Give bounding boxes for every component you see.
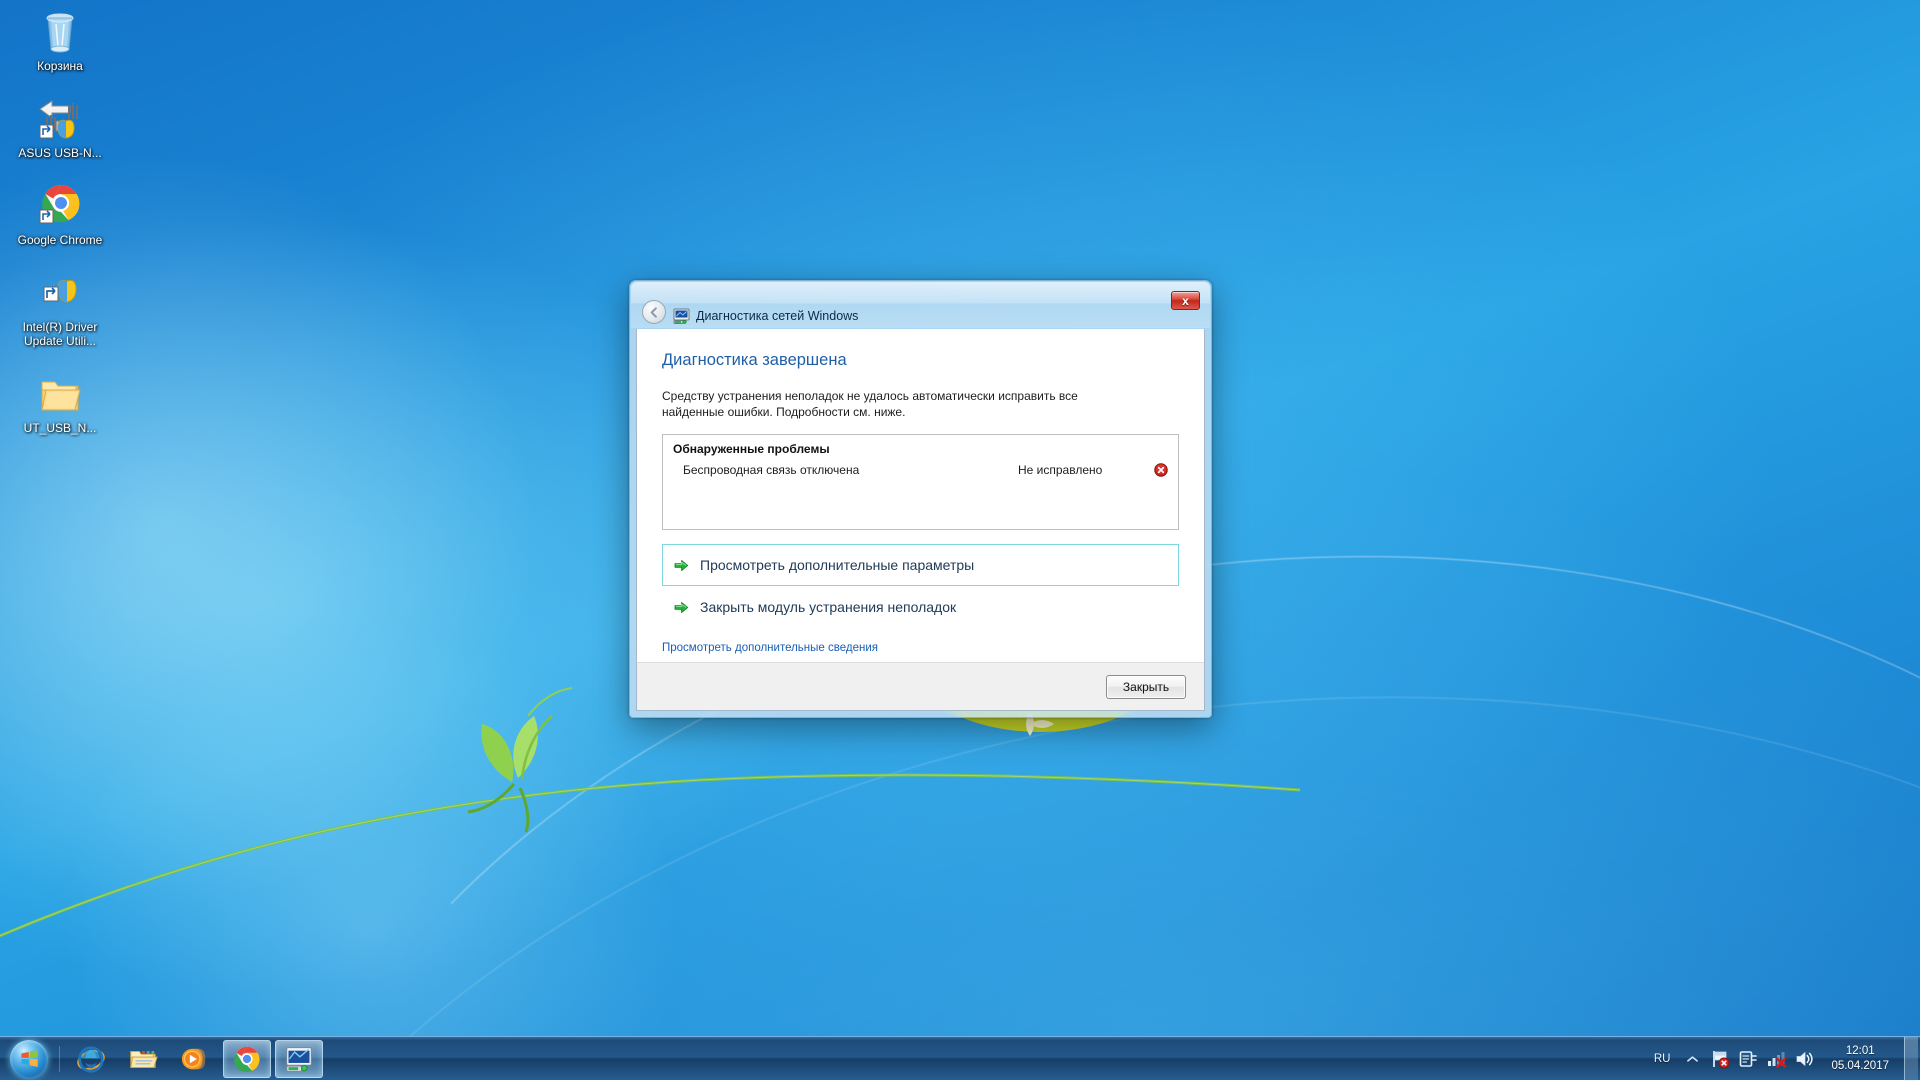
desktop-icon-grid: Корзина ASU: [0, 8, 120, 457]
start-button[interactable]: [2, 1038, 56, 1080]
dialog-title: Диагностика сетей Windows: [696, 308, 858, 324]
problems-found-header: Обнаруженные проблемы: [673, 442, 1168, 456]
clock[interactable]: 12:01 05.04.2017: [1818, 1044, 1902, 1074]
taskbar[interactable]: RU: [0, 1036, 1920, 1080]
back-arrow-icon: [647, 305, 662, 320]
problem-name: Беспроводная связь отключена: [683, 463, 1018, 477]
desktop-icon-google-chrome[interactable]: Google Chrome: [11, 182, 109, 247]
clock-date: 05.04.2017: [1831, 1059, 1889, 1074]
error-icon: [1150, 463, 1168, 477]
desktop-icon-ut-usb-folder[interactable]: UT_USB_N...: [11, 370, 109, 435]
dialog-titlebar[interactable]: Диагностика сетей Windows x: [636, 287, 1205, 329]
clock-time: 12:01: [1831, 1044, 1889, 1059]
folder-icon: [36, 370, 84, 418]
intel-shield-icon: Intel: [36, 269, 84, 317]
windows-explorer-icon: [128, 1044, 158, 1074]
asus-usb-n-icon: [36, 95, 84, 143]
green-arrow-icon: [674, 600, 689, 615]
google-chrome-icon: [36, 182, 84, 230]
taskbar-button-google-chrome[interactable]: [223, 1040, 271, 1078]
network-diagnostics-dialog[interactable]: Диагностика сетей Windows x Диагностика …: [629, 280, 1212, 718]
desktop-icon-label: Google Chrome: [18, 233, 103, 247]
more-information-link[interactable]: Просмотреть дополнительные сведения: [662, 642, 1179, 654]
network-diagnostics-icon: [673, 308, 690, 324]
table-row: Беспроводная связь отключена Не исправле…: [673, 463, 1168, 477]
taskbar-button-windows-media-player[interactable]: [171, 1040, 219, 1078]
desktop-icon-recycle-bin[interactable]: Корзина: [11, 8, 109, 73]
action-label: Просмотреть дополнительные параметры: [700, 557, 974, 573]
dialog-client-area: Диагностика завершена Средству устранени…: [636, 329, 1205, 711]
windows-media-player-icon: [180, 1044, 210, 1074]
internet-explorer-icon: [76, 1044, 106, 1074]
actions-list: Просмотреть дополнительные параметры Зак…: [662, 544, 1179, 628]
dialog-body: Диагностика завершена Средству устранени…: [637, 329, 1204, 662]
action-view-additional-options[interactable]: Просмотреть дополнительные параметры: [662, 544, 1179, 586]
network-diagnostics-icon: [285, 1045, 313, 1073]
recycle-bin-icon: [36, 8, 84, 56]
close-button[interactable]: x: [1171, 291, 1200, 310]
chevron-up-icon: [1687, 1055, 1698, 1063]
desktop-icon-intel-driver-update[interactable]: Intel Intel(R) Driver Update Utili...: [11, 269, 109, 348]
desktop-icon-label: ASUS USB-N...: [18, 146, 101, 160]
google-chrome-icon: [233, 1045, 261, 1073]
taskbar-divider: [59, 1046, 60, 1072]
windows-logo-icon: [10, 1040, 48, 1078]
page-title: Диагностика завершена: [662, 351, 1179, 370]
problems-found-box: Обнаруженные проблемы Беспроводная связь…: [662, 434, 1179, 530]
green-arrow-icon: [674, 558, 689, 573]
language-indicator[interactable]: RU: [1645, 1053, 1680, 1065]
desktop-icon-label: UT_USB_N...: [24, 421, 97, 435]
taskbar-button-network-diagnostics[interactable]: [275, 1040, 323, 1078]
show-desktop-button[interactable]: [1904, 1037, 1918, 1081]
action-label: Закрыть модуль устранения неполадок: [700, 599, 956, 615]
system-tray: RU: [1645, 1037, 1920, 1081]
show-hidden-icons-button[interactable]: [1679, 1055, 1706, 1063]
back-button[interactable]: [642, 300, 666, 324]
desktop-icon-label: Intel(R) Driver Update Utili...: [12, 320, 108, 348]
action-center-flag-icon[interactable]: [1709, 1048, 1731, 1070]
close-dialog-button[interactable]: Закрыть: [1106, 675, 1186, 699]
taskbar-button-internet-explorer[interactable]: [67, 1040, 115, 1078]
desktop-icon-asus-usb-n[interactable]: ASUS USB-N...: [11, 95, 109, 160]
desktop-icon-label: Корзина: [37, 59, 83, 73]
action-close-troubleshooter[interactable]: Закрыть модуль устранения неполадок: [662, 586, 1179, 628]
problem-state: Не исправлено: [1018, 463, 1150, 477]
intro-text: Средству устранения неполадок не удалось…: [662, 388, 1140, 420]
taskbar-button-windows-explorer[interactable]: [119, 1040, 167, 1078]
volume-icon[interactable]: [1793, 1048, 1815, 1070]
device-plug-icon[interactable]: [1737, 1048, 1759, 1070]
network-disconnected-icon[interactable]: [1765, 1048, 1787, 1070]
dialog-footer: Закрыть: [637, 662, 1204, 710]
